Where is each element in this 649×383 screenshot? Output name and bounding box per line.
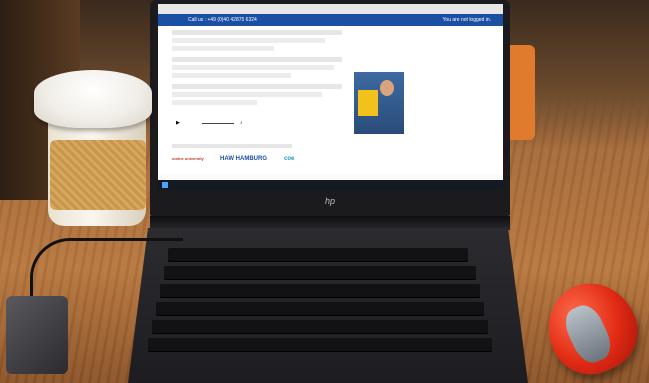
haw-hamburg-logo: HAW HAMBURG: [220, 156, 267, 162]
shift-key-row[interactable]: [152, 320, 488, 334]
coffee-cup-sleeve: [50, 140, 146, 210]
caption-line: [172, 144, 292, 148]
coffee-cup-lid: [34, 70, 152, 128]
windows-start-icon[interactable]: [162, 182, 168, 188]
home-key-row[interactable]: [156, 302, 484, 316]
laptop-keyboard-deck: [128, 228, 528, 383]
volume-icon[interactable]: ♪: [240, 120, 243, 126]
laptop-hinge: [150, 216, 510, 230]
call-us-text: Call us : +49 (0)40 42875 6324: [188, 17, 257, 23]
space-key-row[interactable]: [148, 338, 492, 352]
windows-taskbar: [158, 180, 503, 190]
audio-progress-bar[interactable]: [202, 123, 234, 124]
login-status-text: You are not logged in.: [442, 17, 491, 23]
page-content: ▶ ♪ online university HAW HAMBURG coe: [158, 26, 503, 174]
body-text-block: [172, 30, 342, 105]
speaker-photo: [354, 72, 404, 134]
number-key-row[interactable]: [164, 266, 476, 280]
speaker-face: [380, 80, 394, 96]
laptop-screen: Call us : +49 (0)40 42875 6324 You are n…: [158, 4, 503, 190]
book-cover: [358, 90, 378, 116]
usb-cable: [30, 238, 183, 301]
scene: Call us : +49 (0)40 42875 6324 You are n…: [0, 0, 649, 383]
partner-logos: online university HAW HAMBURG coe: [172, 156, 332, 172]
function-key-row[interactable]: [168, 248, 468, 262]
coe-logo: coe: [284, 156, 295, 162]
audio-player[interactable]: ▶ ♪: [174, 118, 254, 128]
site-header-bar: Call us : +49 (0)40 42875 6324 You are n…: [158, 14, 503, 26]
online-university-logo: online university: [172, 156, 204, 161]
qwerty-key-row[interactable]: [160, 284, 480, 298]
hp-logo: hp: [324, 196, 335, 206]
play-icon[interactable]: ▶: [176, 120, 180, 126]
usb-hub: [6, 296, 68, 374]
